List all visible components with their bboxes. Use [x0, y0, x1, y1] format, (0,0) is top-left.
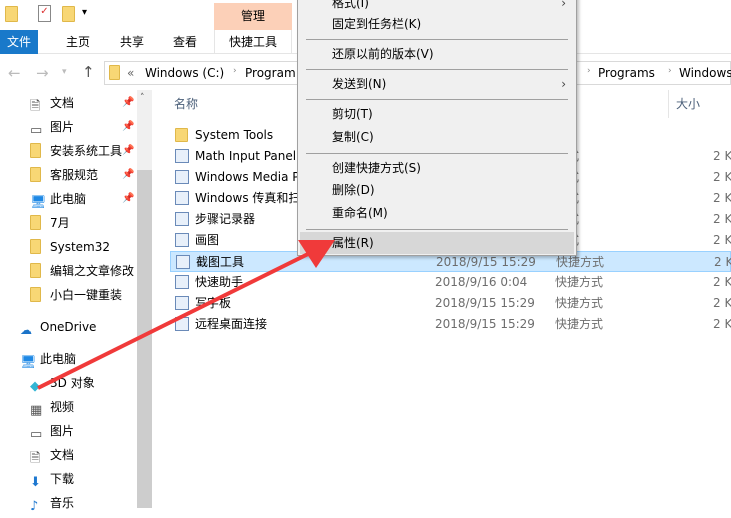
annotation-arrow: [37, 240, 335, 390]
